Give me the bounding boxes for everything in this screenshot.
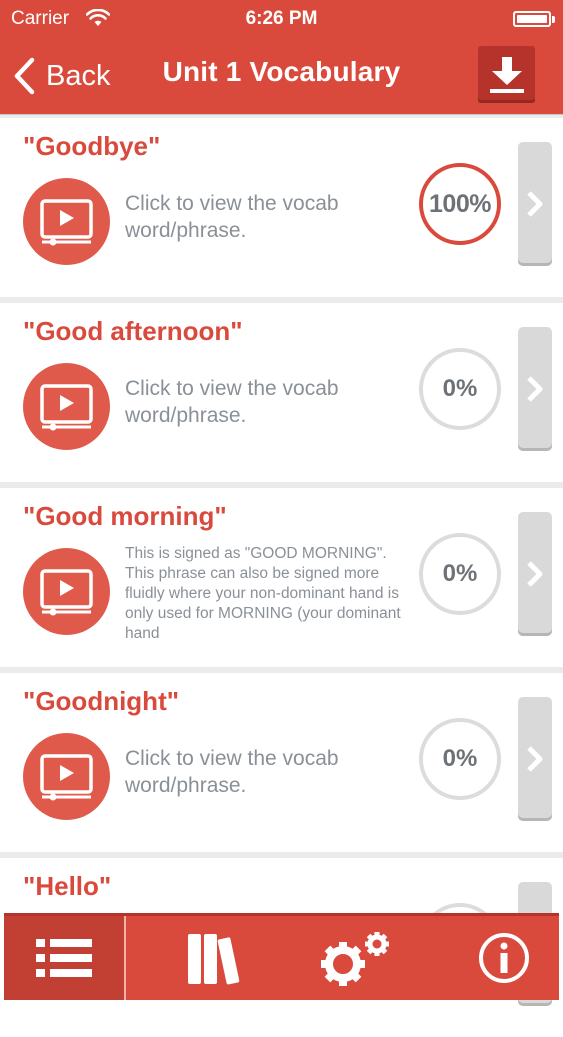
progress-indicator: 0% xyxy=(419,348,501,430)
list-item[interactable]: "Goodnight" Click to view the vocab word… xyxy=(0,673,563,852)
open-item-button[interactable] xyxy=(518,697,552,821)
video-button[interactable] xyxy=(23,733,110,820)
vocab-word: "Goodnight" xyxy=(23,686,180,716)
chevron-right-icon xyxy=(527,746,543,772)
status-bar: Carrier 6:26 PM xyxy=(0,0,563,38)
tab-bar xyxy=(4,913,559,1000)
vocab-word: "Goodbye" xyxy=(23,131,161,161)
vocab-word: "Hello" xyxy=(23,871,112,901)
top-bar: Carrier 6:26 PM Back Unit 1 Vocabulary xyxy=(0,0,563,114)
battery-icon xyxy=(513,11,551,27)
navigation-bar: Back Unit 1 Vocabulary xyxy=(0,38,563,114)
clock: 6:26 PM xyxy=(245,8,318,29)
chevron-right-icon xyxy=(527,561,543,587)
list-item[interactable]: "Goodbye" Click to view the vocab word/p… xyxy=(0,118,563,297)
vocab-description: Click to view the vocab word/phrase. xyxy=(125,747,339,797)
video-player-icon xyxy=(40,754,93,801)
progress-indicator: 0% xyxy=(419,533,501,615)
list-icon xyxy=(36,939,92,977)
vocab-description: This is signed as "GOOD MORNING". This p… xyxy=(125,545,401,642)
vocab-description: Click to view the vocab word/phrase. xyxy=(125,192,339,242)
video-player-icon xyxy=(40,199,93,246)
info-icon xyxy=(479,933,529,983)
gears-icon xyxy=(321,932,389,986)
video-player-icon xyxy=(40,569,93,616)
download-arrow-icon xyxy=(489,56,524,93)
chevron-right-icon xyxy=(527,376,543,402)
list-item[interactable]: "Good afternoon" Click to view the vocab… xyxy=(0,303,563,482)
open-item-button[interactable] xyxy=(518,327,552,451)
video-button[interactable] xyxy=(23,363,110,450)
vocab-description: Click to view the vocab word/phrase. xyxy=(125,377,339,427)
open-item-button[interactable] xyxy=(518,512,552,636)
download-button[interactable] xyxy=(478,46,535,103)
progress-indicator: 100% xyxy=(419,163,501,245)
list-item[interactable]: "Good morning" This is signed as "GOOD M… xyxy=(0,488,563,667)
tab-info[interactable] xyxy=(449,916,559,1000)
books-icon xyxy=(188,934,240,985)
battery-tip xyxy=(552,16,555,23)
progress-indicator: 0% xyxy=(419,718,501,800)
chevron-right-icon xyxy=(527,191,543,217)
video-button[interactable] xyxy=(23,178,110,265)
vocab-word: "Good afternoon" xyxy=(23,316,243,346)
tab-library[interactable] xyxy=(159,916,269,1000)
vocab-word: "Good morning" xyxy=(23,501,227,531)
open-item-button[interactable] xyxy=(518,142,552,266)
tab-list[interactable] xyxy=(4,916,126,1000)
video-player-icon xyxy=(40,384,93,431)
tab-settings[interactable] xyxy=(294,916,424,1000)
video-button[interactable] xyxy=(23,548,110,635)
